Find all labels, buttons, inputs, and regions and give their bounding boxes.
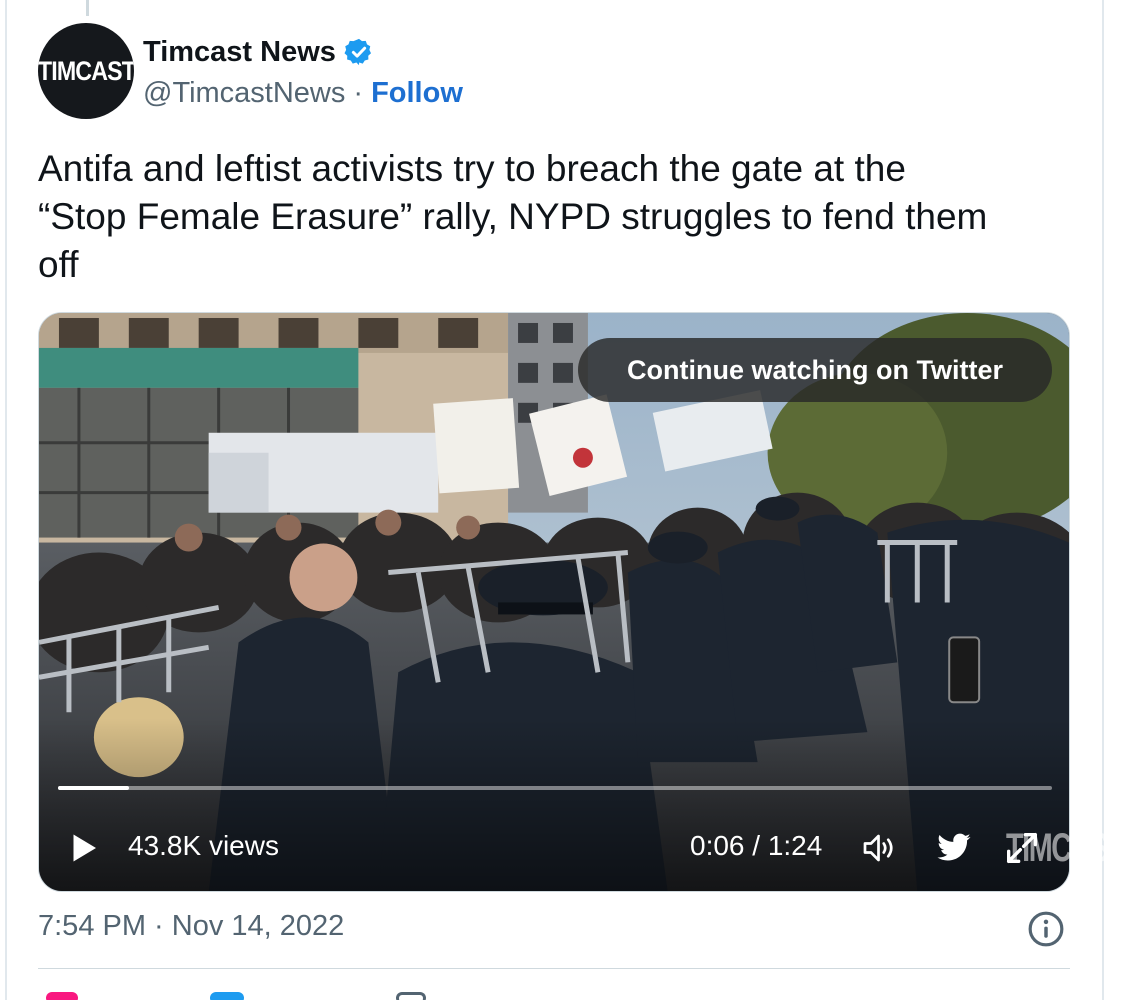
tweet-text-line: “Stop Female Erasure” rally, NYPD strugg… xyxy=(38,196,988,237)
play-icon[interactable] xyxy=(66,830,102,866)
verified-badge-icon xyxy=(344,38,371,66)
volume-icon[interactable] xyxy=(860,830,900,866)
video-time: 0:06 / 1:24 xyxy=(690,830,823,861)
tweet-timestamp[interactable]: 7:54 PM · Nov 14, 2022 xyxy=(38,910,344,943)
view-count: 43.8K views xyxy=(128,830,279,861)
divider xyxy=(38,968,1070,969)
separator-dot: · xyxy=(353,76,364,109)
avatar-logo-text: TIMCAST xyxy=(38,55,134,86)
continue-watching-button[interactable]: Continue watching on Twitter xyxy=(578,338,1052,402)
video-progress-bar[interactable] xyxy=(58,786,1052,790)
avatar[interactable]: TIMCAST xyxy=(38,23,134,119)
author-name-row: Timcast News xyxy=(143,32,374,72)
tweet-text-line: off xyxy=(38,244,79,285)
tweet-text: Antifa and leftist activists try to brea… xyxy=(38,145,1058,289)
reply-icon[interactable] xyxy=(210,992,244,1000)
share-icon[interactable] xyxy=(396,992,426,1000)
author-handle[interactable]: @TimcastNews xyxy=(143,77,345,110)
author-handle-row: @TimcastNews · Follow xyxy=(143,74,463,112)
expand-icon[interactable] xyxy=(1002,828,1042,868)
tweet-text-line: Antifa and leftist activists try to brea… xyxy=(38,148,906,189)
info-icon[interactable] xyxy=(1027,910,1065,948)
video-controls: 43.8K views 0:06 / 1:24 TIMCAST xyxy=(58,822,1125,876)
video-progress-fill xyxy=(58,786,129,790)
follow-button[interactable]: Follow xyxy=(371,77,463,110)
thread-connector xyxy=(86,0,89,16)
display-name[interactable]: Timcast News xyxy=(143,36,336,69)
like-icon[interactable] xyxy=(46,992,78,1000)
twitter-bird-icon[interactable] xyxy=(934,830,974,866)
